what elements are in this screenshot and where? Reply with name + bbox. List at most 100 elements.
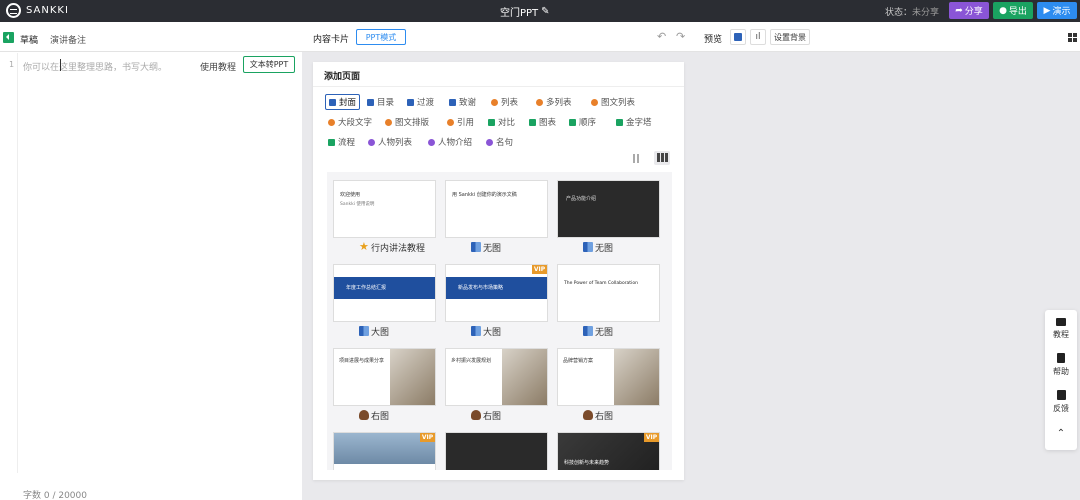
text-to-ppt-button[interactable]: 文本转PPT (243, 56, 295, 73)
document-title[interactable]: 空门PPT ✎ (500, 4, 550, 19)
template-label: 无图 (583, 325, 613, 338)
outline-editor[interactable]: 1 你可以在这里整理思路，书写大纲。 使用教程 文本转PPT (0, 53, 302, 473)
thumb-text: 用 Sankki 创建你的演示文稿 (452, 192, 517, 198)
category-label: 目录 (377, 98, 395, 108)
template-thumbnail[interactable]: 新品发布与市场策略 VIP (445, 264, 548, 322)
play-icon: ▶ (1043, 5, 1051, 16)
line-number: 1 (9, 60, 15, 69)
template-thumbnail[interactable]: 项目进展与成果分享 (333, 348, 436, 406)
thumb-text: Sankki 使用说明 (340, 202, 375, 207)
thumb-text: 科技创新与未来趋势 (564, 460, 610, 466)
category-chip[interactable]: 图表 (526, 114, 559, 130)
content-toolbar: 内容卡片 PPT模式 ↶ ↷ 预览 ıl 设置背景 (302, 22, 1080, 52)
category-dot-icon (491, 98, 498, 106)
category-dot-icon (407, 98, 414, 106)
category-chip[interactable]: 金字塔 (613, 114, 655, 130)
status-label: 状态： (885, 8, 913, 18)
category-chip[interactable]: 封面 (325, 94, 361, 110)
template-thumbnail[interactable]: 产品功能介绍 (557, 180, 660, 238)
category-chip[interactable]: 人物介绍 (425, 134, 475, 150)
video-icon (1056, 318, 1066, 326)
hand-icon (471, 410, 481, 420)
export-button[interactable]: ● 导出 (993, 2, 1033, 19)
template-label-text: 行内讲法教程 (371, 243, 426, 254)
video-tutorial-button[interactable]: 教程 (1045, 318, 1077, 340)
undo-icon[interactable]: ↶ (657, 30, 666, 43)
present-button[interactable]: ▶ 演示 (1037, 2, 1077, 19)
category-chip[interactable]: 流程 (325, 134, 358, 150)
document-title-text: 空门PPT (500, 8, 539, 19)
template-thumbnail[interactable]: 用 Sankki 创建你的演示文稿 (445, 180, 548, 238)
word-count: 字数 0 / 20000 (23, 491, 87, 500)
category-chip[interactable]: 名句 (483, 134, 516, 150)
help-button[interactable]: 帮助 (1045, 353, 1077, 377)
edit-icon[interactable]: ✎ (541, 6, 549, 17)
ppt-mode-button[interactable]: PPT模式 (356, 29, 406, 45)
category-chip[interactable]: 图文列表 (588, 94, 638, 110)
category-chip[interactable]: 大段文字 (325, 114, 375, 130)
top-bar: SANKKI 空门PPT ✎ 状态：未分享 ➦ 分享 ● 导出 ▶ 演示 (0, 0, 1080, 22)
category-chip[interactable]: 多列表 (533, 94, 575, 110)
thumb-text: 品牌营销方案 (563, 358, 594, 364)
set-background-button[interactable]: 设置背景 (770, 29, 810, 45)
category-dot-icon (569, 118, 576, 126)
category-chip[interactable]: 引用 (444, 114, 477, 130)
back-to-top-icon[interactable]: ⌃ (1045, 428, 1077, 439)
share-button[interactable]: ➦ 分享 (949, 2, 989, 19)
category-chip[interactable]: 图文排版 (382, 114, 432, 130)
thumb-text: The Power of Team Collaboration (564, 281, 638, 286)
three-column-view-icon[interactable] (654, 151, 670, 165)
help-label: 帮助 (1053, 367, 1069, 376)
preview-single-icon[interactable] (730, 29, 746, 45)
template-thumbnail[interactable]: 欢迎使用 Sankki 使用说明 (333, 180, 436, 238)
preview-chart-icon[interactable]: ıl (750, 29, 766, 45)
template-label: 右图 (359, 409, 389, 422)
category-dot-icon (428, 138, 435, 146)
template-label-text: 大图 (483, 327, 502, 338)
category-dot-icon (385, 118, 392, 126)
template-thumbnail[interactable]: 乡村振兴发展规划 (445, 348, 548, 406)
star-icon: ★ (359, 240, 369, 253)
collapse-panel-icon[interactable] (3, 32, 14, 43)
category-label: 图表 (539, 118, 557, 128)
tab-speaker-notes[interactable]: 演讲备注 (50, 33, 86, 46)
logo-icon (6, 3, 21, 18)
category-dot-icon (486, 138, 493, 146)
template-thumbnail[interactable]: 城市发展规划报告VIP (333, 432, 436, 470)
thumb-text: 年度工作总结汇报 (346, 285, 387, 291)
template-thumbnail[interactable] (445, 432, 548, 470)
category-label: 大段文字 (338, 118, 373, 128)
two-column-view-icon[interactable] (633, 153, 645, 165)
template-thumbnail[interactable]: The Power of Team Collaboration (557, 264, 660, 322)
feedback-button[interactable]: 反馈 (1045, 390, 1077, 414)
template-thumbnail[interactable]: 年度工作总结汇报 (333, 264, 436, 322)
template-label: 大图 (471, 325, 502, 338)
category-chip[interactable]: 目录 (364, 94, 397, 110)
tutorial-link[interactable]: 使用教程 (200, 60, 236, 73)
category-chip[interactable]: 列表 (488, 94, 521, 110)
tab-draft[interactable]: 草稿 (20, 33, 38, 46)
category-label: 金字塔 (626, 118, 652, 128)
category-label: 过渡 (417, 98, 435, 108)
redo-icon[interactable]: ↷ (676, 30, 685, 43)
category-label: 流程 (338, 138, 356, 148)
category-chip[interactable]: 过渡 (404, 94, 437, 110)
category-dot-icon (591, 98, 598, 106)
grid-view-icon[interactable] (1068, 33, 1077, 42)
category-chip[interactable]: 对比 (485, 114, 518, 130)
template-label-text: 无图 (595, 243, 614, 254)
category-label: 人物介绍 (438, 138, 473, 148)
help-icon (1057, 353, 1065, 363)
thumb-text: 产品功能介绍 (566, 196, 597, 202)
category-label: 图文列表 (601, 98, 636, 108)
template-thumbnail[interactable]: 品牌营销方案 (557, 348, 660, 406)
book-icon (471, 242, 481, 252)
category-chip[interactable]: 致谢 (446, 94, 479, 110)
category-chip[interactable]: 人物列表 (365, 134, 415, 150)
outline-panel: 草稿 演讲备注 1 你可以在这里整理思路，书写大纲。 使用教程 文本转PPT 字… (0, 22, 302, 500)
hand-icon (583, 410, 593, 420)
category-label: 名句 (496, 138, 514, 148)
category-chip[interactable]: 顺序 (566, 114, 599, 130)
template-thumbnail[interactable]: 科技创新与未来趋势 VIP (557, 432, 660, 470)
logo[interactable]: SANKKI (6, 3, 69, 18)
